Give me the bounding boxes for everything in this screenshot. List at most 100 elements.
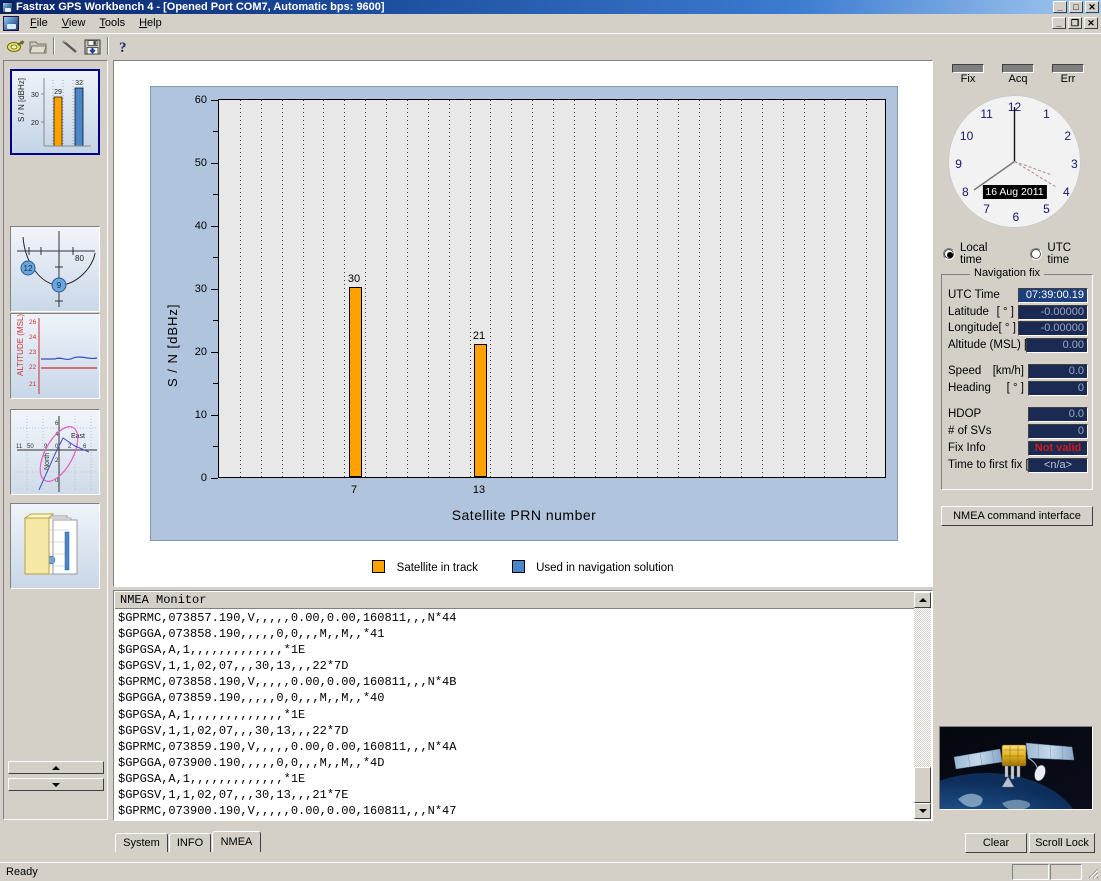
clear-button[interactable]: Clear — [965, 833, 1027, 853]
led-cell-acq: Acq — [999, 64, 1037, 85]
nmea-monitor-text[interactable]: $GPRMC,073857.190,V,,,,,0.00,0.00,160811… — [115, 609, 914, 819]
y-axis-tick-mark — [211, 163, 218, 164]
sidebar-scroll-up-button[interactable] — [8, 761, 104, 774]
svg-text:50: 50 — [27, 444, 34, 450]
led-cell-fix: Fix — [949, 64, 987, 85]
sidebar-item-sky-view[interactable]: 80 12 9 — [10, 226, 100, 312]
application-window: Fastrax GPS Workbench 4 - [Opened Port C… — [0, 0, 1101, 881]
clock-numeral-6: 6 — [1012, 210, 1020, 225]
menu-item-tools[interactable]: Tools — [92, 15, 132, 31]
chart-legend: Satellite in track Used in navigation so… — [114, 560, 932, 574]
chart-gridline — [762, 100, 763, 477]
svg-text:9: 9 — [57, 281, 62, 290]
nav-fix-row: Heading [ ° ] 0 — [948, 380, 1088, 396]
nmea-scroll-down-button[interactable] — [914, 803, 931, 819]
nav-fix-unit: [km/h] — [992, 365, 1024, 377]
mdi-document-icon[interactable] — [3, 15, 19, 31]
svg-text:24: 24 — [29, 334, 37, 341]
nmea-scrollbar-thumb[interactable] — [914, 767, 931, 803]
utc-time-label[interactable]: UTC time — [1047, 242, 1095, 266]
svg-text:29: 29 — [54, 89, 62, 96]
y-axis-tick-mark — [211, 415, 218, 416]
close-button[interactable]: ✕ — [1085, 1, 1099, 13]
sidebar-item-snr-chart[interactable]: S / N [dBHz] 30 20 29 32 — [10, 69, 100, 155]
utc-time-radio[interactable] — [1030, 248, 1043, 260]
svg-text:20: 20 — [31, 120, 39, 127]
open-file-icon[interactable] — [27, 35, 50, 57]
sidebar-scroll-down-button[interactable] — [8, 778, 104, 791]
nmea-scrollbar[interactable] — [914, 592, 931, 819]
nmea-line: $GPRMC,073858.190,V,,,,,0.00,0.00,160811… — [118, 675, 457, 690]
chart-gridline — [574, 100, 575, 477]
sidebar-item-position-scatter[interactable]: 11 50 9 0 2 6 6 4 2 0 East North — [10, 409, 100, 495]
chart-plot-area[interactable] — [218, 99, 886, 478]
minimize-button[interactable]: _ — [1053, 1, 1067, 13]
navigation-fix-title: Navigation fix — [970, 267, 1045, 279]
save-icon[interactable] — [81, 35, 104, 57]
disconnect-icon[interactable] — [58, 35, 81, 57]
nav-fix-value: 0.0 — [1028, 363, 1088, 379]
svg-text:North: North — [44, 453, 51, 470]
chart-bar-value-label: 21 — [472, 330, 486, 342]
legend-entry-used-in-nav: Used in navigation solution — [511, 560, 674, 574]
y-axis-tick-mark — [211, 226, 218, 227]
clock-numeral-1: 1 — [1043, 106, 1050, 121]
svg-text:ALTITUDE (MSL): ALTITUDE (MSL) — [16, 314, 25, 376]
sidebar-item-altitude[interactable]: ALTITUDE (MSL) 26 24 23 22 21 — [10, 313, 100, 399]
menu-item-file[interactable]: FFileile — [23, 15, 55, 31]
nav-fix-label: Fix Info — [948, 442, 986, 454]
chart-gridline — [282, 100, 283, 477]
window-title: Fastrax GPS Workbench 4 - [Opened Port C… — [16, 1, 385, 13]
menu-item-view[interactable]: View — [55, 15, 93, 31]
fix-led — [952, 64, 984, 73]
nav-fix-value: 0 — [1028, 423, 1088, 439]
chart-gridline — [616, 100, 617, 477]
nmea-command-interface-button[interactable]: NMEA command interface — [941, 506, 1093, 526]
svg-text:11: 11 — [16, 444, 23, 450]
nmea-line: $GPGSV,1,1,02,07,,,30,13,,,22*7D — [118, 723, 349, 738]
nmea-scroll-up-button[interactable] — [914, 592, 931, 608]
mdi-close-button[interactable]: ✕ — [1084, 17, 1098, 29]
nav-fix-value: -0.00000 — [1018, 320, 1088, 336]
maximize-button[interactable]: □ — [1069, 1, 1083, 13]
nav-fix-label: # of SVs — [948, 425, 992, 437]
clock-numeral-9: 9 — [955, 157, 962, 172]
navigation-fix-group: Navigation fix UTC Time 07:39:00.19 Latitu… — [941, 267, 1093, 490]
toolbar: ? — [0, 33, 1101, 58]
chart-gridline — [783, 100, 784, 477]
local-time-radio[interactable] — [943, 248, 955, 260]
chevron-up-icon — [918, 598, 927, 602]
nav-fix-row: Speed [km/h] 0.0 — [948, 363, 1088, 379]
nmea-line: $GPGSA,A,1,,,,,,,,,,,,,*1E — [118, 771, 306, 786]
chart-bar[interactable] — [474, 344, 487, 477]
nav-fix-unit: [ ° ] — [1006, 382, 1024, 394]
local-time-label[interactable]: Local time — [960, 242, 1011, 266]
chart-bar[interactable] — [349, 287, 362, 477]
title-bar: Fastrax GPS Workbench 4 - [Opened Port C… — [0, 0, 1101, 14]
mdi-minimize-button[interactable]: _ — [1052, 17, 1066, 29]
tab-system[interactable]: System — [115, 833, 168, 852]
nav-fix-row: Altitude (MSL) [m] 0.00 — [948, 337, 1088, 353]
y-tick-50: 50 — [194, 157, 207, 169]
nav-fix-unit: [ ° ] — [996, 306, 1014, 318]
status-bar-text: Ready — [6, 866, 38, 878]
help-icon[interactable]: ? — [112, 35, 135, 57]
clock-numeral-12: 12 — [1007, 99, 1022, 114]
chart-gridline — [323, 100, 324, 477]
nav-fix-row: Time to first fix [ s ] <n/a> — [948, 457, 1088, 473]
clock-numeral-3: 3 — [1071, 157, 1078, 172]
nmea-monitor-title: NMEA Monitor — [115, 592, 914, 609]
sidebar-item-all-views[interactable] — [10, 503, 100, 589]
menu-item-help[interactable]: Help — [132, 15, 169, 31]
nav-fix-label: Longitude — [948, 322, 999, 334]
clock-numeral-5: 5 — [1043, 202, 1050, 217]
y-tick-40: 40 — [194, 220, 207, 232]
tab-nmea[interactable]: NMEA — [212, 831, 261, 852]
resize-grip-icon[interactable] — [1085, 865, 1099, 879]
open-port-icon[interactable] — [4, 35, 27, 57]
tab-info[interactable]: INFO — [169, 833, 211, 852]
scroll-lock-button[interactable]: Scroll Lock — [1029, 833, 1095, 853]
mdi-restore-button[interactable]: ❐ — [1068, 17, 1082, 29]
chart-gridline — [449, 100, 450, 477]
acq-led-label: Acq — [1008, 73, 1028, 85]
